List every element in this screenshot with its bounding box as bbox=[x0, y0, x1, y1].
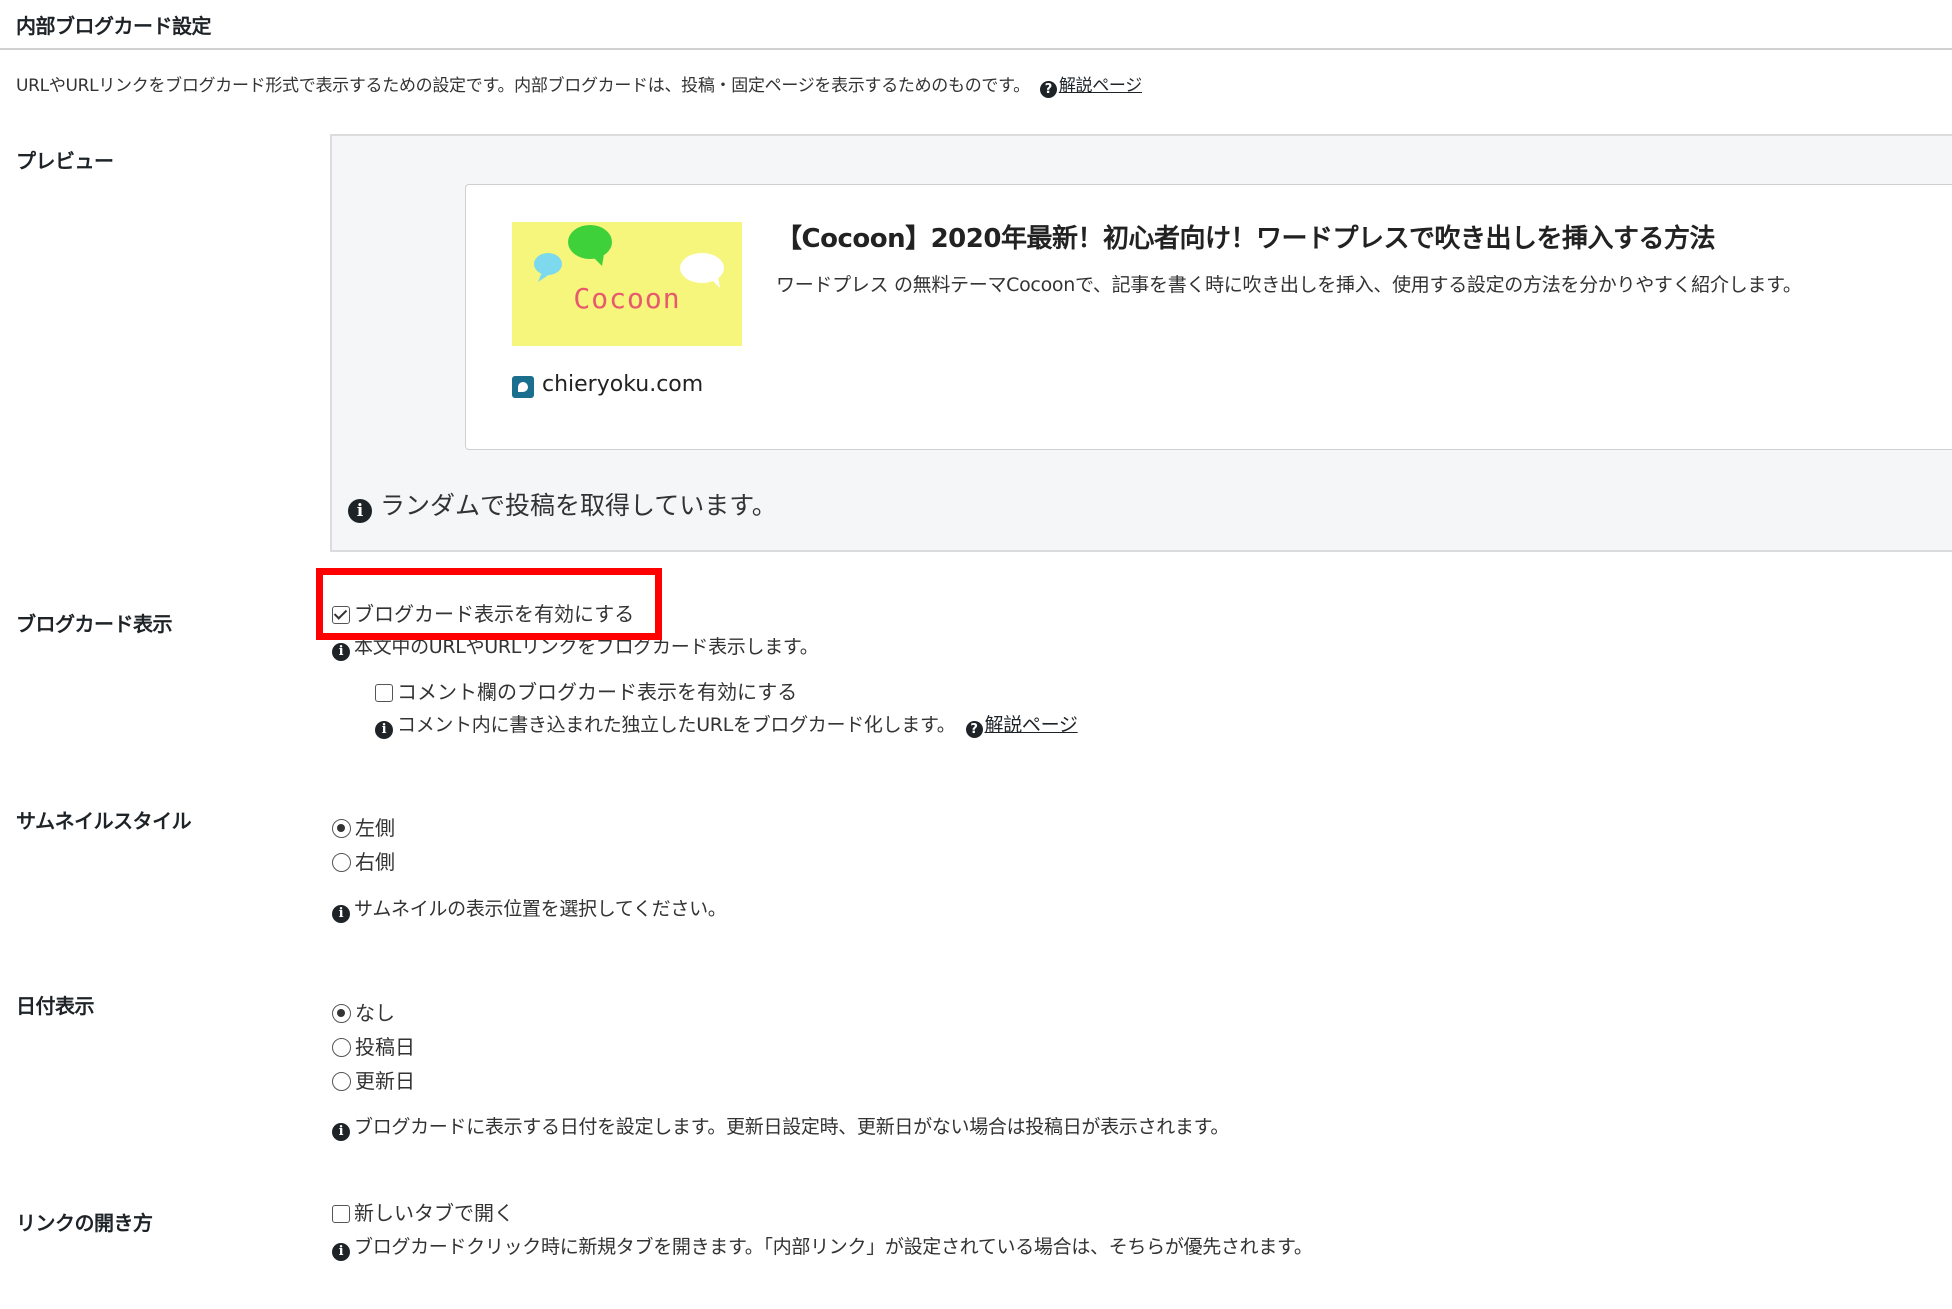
date-posted-option[interactable]: 投稿日 bbox=[332, 1031, 415, 1060]
header-divider bbox=[0, 48, 1952, 50]
thumbnail-text: Cocoon bbox=[573, 282, 681, 315]
thumbnail-right-option[interactable]: 右側 bbox=[332, 846, 395, 875]
comment-help-link[interactable]: 解説ページ bbox=[985, 714, 1078, 736]
comment-note-text: コメント内に書き込まれた独立したURLをブログカード化します。 bbox=[397, 714, 956, 736]
date-updated-label[interactable]: 更新日 bbox=[355, 1069, 415, 1093]
thumbnail-left-label[interactable]: 左側 bbox=[355, 816, 395, 840]
random-note-text: ランダムで投稿を取得しています。 bbox=[380, 491, 777, 520]
comment-blogcard-checkbox[interactable] bbox=[375, 684, 393, 702]
thumbnail-right-label[interactable]: 右側 bbox=[355, 850, 395, 874]
blogcard-thumbnail: Cocoon bbox=[512, 222, 742, 346]
help-page-link[interactable]: 解説ページ bbox=[1059, 76, 1142, 96]
date-updated-option[interactable]: 更新日 bbox=[332, 1065, 415, 1094]
info-icon: i bbox=[348, 499, 372, 523]
date-display-note: i ブログカードに表示する日付を設定します。更新日設定時、更新日がない場合は投稿日… bbox=[332, 1112, 1229, 1141]
blogcard-title[interactable]: 【Cocoon】2020年最新！初心者向け！ワードプレスで吹き出しを挿入する方法 bbox=[776, 218, 1715, 255]
info-icon: i bbox=[332, 1123, 350, 1141]
info-icon: i bbox=[332, 643, 350, 661]
date-none-label[interactable]: なし bbox=[355, 1001, 395, 1025]
highlight-box bbox=[316, 568, 662, 640]
site-favicon-icon bbox=[512, 376, 534, 398]
blogcard-site-name: chieryoku.com bbox=[542, 372, 704, 397]
link-open-note: i ブログカードクリック時に新規タブを開きます。「内部リンク」が設定されている場合… bbox=[332, 1232, 1313, 1261]
new-tab-option[interactable]: 新しいタブで開く bbox=[332, 1197, 514, 1226]
date-posted-radio[interactable] bbox=[332, 1038, 351, 1057]
date-none-radio[interactable] bbox=[332, 1004, 351, 1023]
date-display-label: 日付表示 bbox=[16, 994, 95, 1018]
link-note-text: ブログカードクリック時に新規タブを開きます。「内部リンク」が設定されている場合は… bbox=[354, 1236, 1313, 1258]
description-text: URLやURLリンクをブログカード形式で表示するための設定です。内部ブログカード… bbox=[16, 76, 1030, 96]
thumbnail-right-radio[interactable] bbox=[332, 853, 351, 872]
date-note-text: ブログカードに表示する日付を設定します。更新日設定時、更新日がない場合は投稿日が… bbox=[354, 1116, 1230, 1138]
section-description: URLやURLリンクをブログカード形式で表示するための設定です。内部ブログカード… bbox=[16, 71, 1142, 98]
comment-blogcard-label[interactable]: コメント欄のブログカード表示を有効にする bbox=[397, 680, 797, 704]
info-icon: i bbox=[375, 721, 393, 739]
thumbnail-left-option[interactable]: 左側 bbox=[332, 812, 395, 841]
question-circle-icon: ? bbox=[965, 721, 983, 738]
thumbnail-note-text: サムネイルの表示位置を選択してください。 bbox=[354, 898, 727, 920]
blogcard-display-label: ブログカード表示 bbox=[16, 612, 173, 636]
date-posted-label[interactable]: 投稿日 bbox=[355, 1035, 415, 1059]
info-icon: i bbox=[332, 905, 350, 923]
thumbnail-left-radio[interactable] bbox=[332, 819, 351, 838]
blogcard-snippet: ワードプレス の無料テーマCocoonで、記事を書く時に吹き出しを挿入、使用する… bbox=[776, 274, 1802, 296]
question-circle-icon: ? bbox=[1039, 81, 1057, 98]
thumbnail-style-label: サムネイルスタイル bbox=[16, 809, 192, 833]
thumbnail-style-note: i サムネイルの表示位置を選択してください。 bbox=[332, 894, 727, 923]
new-tab-label[interactable]: 新しいタブで開く bbox=[354, 1201, 514, 1225]
comment-blogcard-note: i コメント内に書き込まれた独立したURLをブログカード化します。? 解説ページ bbox=[375, 710, 1078, 739]
new-tab-checkbox[interactable] bbox=[332, 1205, 350, 1223]
random-post-note: i ランダムで投稿を取得しています。 bbox=[348, 486, 777, 523]
section-title: 内部ブログカード設定 bbox=[16, 14, 212, 38]
link-open-label: リンクの開き方 bbox=[16, 1211, 153, 1235]
preview-label: プレビュー bbox=[16, 149, 114, 173]
info-icon: i bbox=[332, 1243, 350, 1261]
date-none-option[interactable]: なし bbox=[332, 997, 395, 1026]
comment-blogcard-option[interactable]: コメント欄のブログカード表示を有効にする bbox=[375, 676, 797, 705]
date-updated-radio[interactable] bbox=[332, 1072, 351, 1091]
